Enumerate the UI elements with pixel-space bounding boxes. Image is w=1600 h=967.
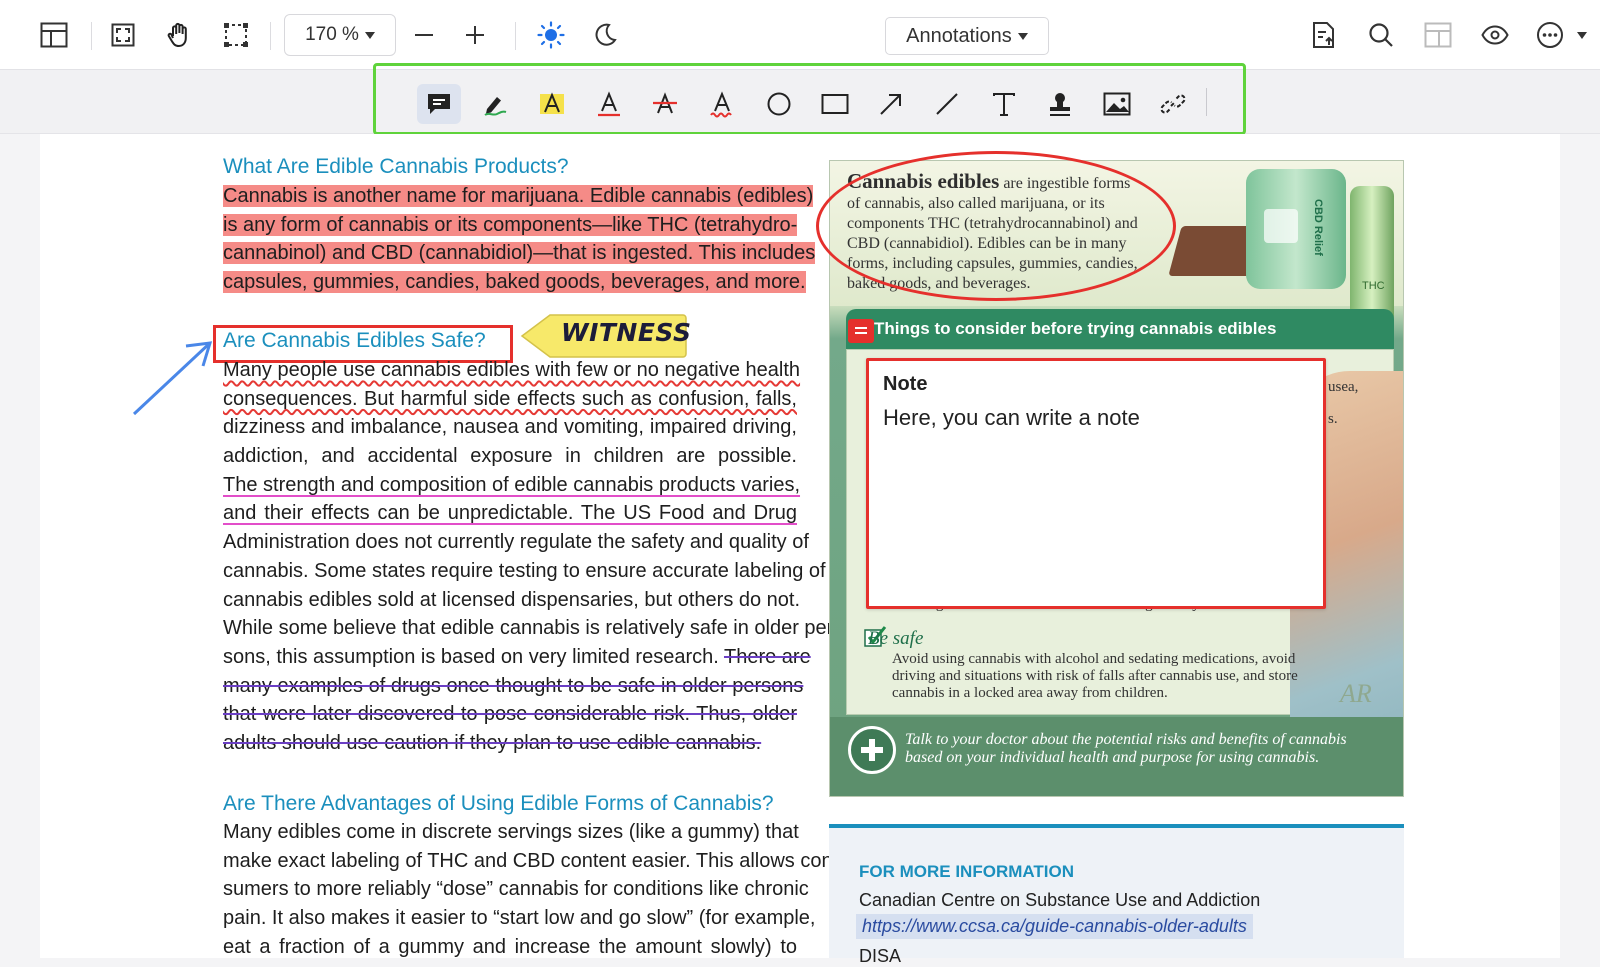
sidebar-toggle-icon[interactable] — [36, 17, 72, 53]
ellipse-icon[interactable] — [757, 84, 801, 124]
fit-page-icon[interactable] — [105, 17, 141, 53]
comment-icon[interactable] — [417, 84, 461, 124]
more-info-box: FOR MORE INFORMATION Canadian Centre on … — [829, 824, 1404, 966]
text-line: dizziness and imbalance, nausea and vomi… — [223, 416, 797, 439]
light-mode-icon[interactable] — [533, 17, 569, 53]
jar-illustration: CBD Relief — [1246, 169, 1346, 289]
annotations-label: Annotations — [906, 24, 1012, 47]
text-line: While some believe that edible cannabis … — [223, 617, 840, 640]
hand-tool-icon[interactable] — [161, 17, 197, 53]
note-text[interactable]: Here, you can write a note — [883, 405, 1140, 431]
underlined-line: The strength and composition of edible c… — [223, 473, 801, 496]
ellipse-annotation[interactable] — [816, 151, 1176, 301]
underlined-line: and their effects can be unpredictable. … — [223, 502, 797, 525]
paragraph-advantages: Many edibles come in discrete servings s… — [223, 818, 840, 961]
text-line: addiction, and accidental exposure in ch… — [223, 445, 797, 468]
heading-advantages: Are There Advantages of Using Edible For… — [223, 792, 774, 815]
highlighted-line: capsules, gummies, candies, baked goods,… — [223, 271, 806, 294]
jar-label: CBD Relief — [1312, 199, 1324, 256]
strikeout-line: adults should use caution if they plan t… — [223, 731, 762, 754]
paragraph-edibles-safe: Many people use cannabis edibles with fe… — [223, 356, 840, 758]
image-icon[interactable] — [1095, 84, 1139, 124]
more-info-next: DISA — [859, 946, 902, 966]
side-fragment: usea, — [1328, 379, 1359, 395]
rectangle-icon[interactable] — [813, 84, 857, 124]
link-icon[interactable] — [1151, 84, 1195, 124]
strikeout-icon[interactable] — [643, 84, 687, 124]
arrow-icon[interactable] — [869, 84, 913, 124]
text-line: cannabis edibles sold at licensed dispen… — [223, 588, 801, 611]
text-line: Administration does not currently regula… — [223, 531, 809, 554]
text-line: make exact labeling of THC and CBD conte… — [223, 849, 840, 872]
more-icon[interactable] — [1532, 17, 1568, 53]
more-info-title: FOR MORE INFORMATION — [859, 862, 1074, 881]
text-line: eat a fraction of a gummy and increase t… — [223, 935, 797, 958]
chevron-down-icon — [1017, 32, 1028, 40]
heading-edible-products: What Are Edible Cannabis Products? — [223, 155, 569, 178]
dark-mode-icon[interactable] — [587, 17, 623, 53]
signature: AR — [1340, 679, 1372, 708]
highlighted-line: cannabinol) and CBD (cannabidiol)—that i… — [223, 242, 816, 265]
more-info-link[interactable]: https://www.ccsa.ca/guide-cannabis-older… — [856, 914, 1253, 939]
squiggly-line: consequences. But harmful side effects s… — [223, 387, 797, 410]
export-icon[interactable] — [1306, 17, 1342, 53]
layout-icon[interactable] — [1420, 17, 1456, 53]
side-fragment: s. — [1328, 411, 1338, 427]
chevron-down-icon[interactable] — [1570, 17, 1594, 53]
squiggly-line: Many people use cannabis edibles with fe… — [223, 359, 801, 381]
highlighted-line: is any form of cannabis or its component… — [223, 213, 798, 236]
pencil-icon[interactable] — [473, 84, 517, 124]
squiggly-icon[interactable] — [700, 84, 744, 124]
stamp-icon[interactable] — [1038, 84, 1082, 124]
zoom-value: 170 % — [305, 24, 359, 45]
strikeout-line: many examples of drugs once thought to b… — [223, 674, 804, 697]
zoom-out-icon[interactable] — [406, 17, 442, 53]
search-icon[interactable] — [1363, 17, 1399, 53]
be-safe-text: Avoid using cannabis with alcohol and se… — [892, 651, 1298, 701]
plus-circle-icon — [848, 726, 896, 774]
highlighted-line: Cannabis is another name for marijuana. … — [223, 185, 814, 207]
view-icon[interactable] — [1477, 17, 1513, 53]
zoom-in-icon[interactable] — [457, 17, 493, 53]
line-icon[interactable] — [925, 84, 969, 124]
zoom-select[interactable]: 170 % — [284, 14, 396, 56]
can-illustration: THC — [1350, 186, 1394, 326]
marquee-select-icon[interactable] — [218, 17, 254, 53]
underline-icon[interactable] — [587, 84, 631, 124]
strikeout-line: that were later discovered to pose consi… — [223, 703, 797, 726]
stamp-text: WITNESS — [561, 318, 692, 347]
main-toolbar: 170 % Annotations — [0, 0, 1600, 70]
highlight-icon[interactable] — [530, 84, 574, 124]
infographic-footer: Talk to your doctor about the potential … — [905, 731, 1347, 766]
infographic-section-title: Things to consider before trying cannabi… — [846, 309, 1394, 349]
text-tool-icon[interactable] — [982, 84, 1026, 124]
be-safe-heading: Be safe — [868, 628, 924, 649]
can-label: THC — [1362, 280, 1385, 292]
note-popup[interactable]: Note Here, you can write a note — [866, 358, 1326, 609]
text-line: cannabis. Some states require testing to… — [223, 559, 826, 582]
note-icon[interactable] — [848, 319, 874, 343]
text-line: sumers to more reliably “dose” cannabis … — [223, 878, 809, 901]
note-title: Note — [883, 373, 928, 395]
text-line: Many edibles come in discrete servings s… — [223, 821, 799, 843]
more-info-org: Canadian Centre on Substance Use and Add… — [859, 890, 1261, 910]
arrow-annotation[interactable] — [130, 338, 215, 418]
annotations-dropdown[interactable]: Annotations — [885, 17, 1049, 55]
paragraph-highlighted[interactable]: Cannabis is another name for marijuana. … — [223, 182, 816, 297]
strikeout-fragment: There are — [723, 645, 811, 668]
text-line: pain. It also makes it easier to “start … — [223, 907, 816, 930]
text-fragment: sons, this assumption is based on very l… — [223, 645, 724, 668]
chevron-down-icon — [364, 31, 375, 39]
